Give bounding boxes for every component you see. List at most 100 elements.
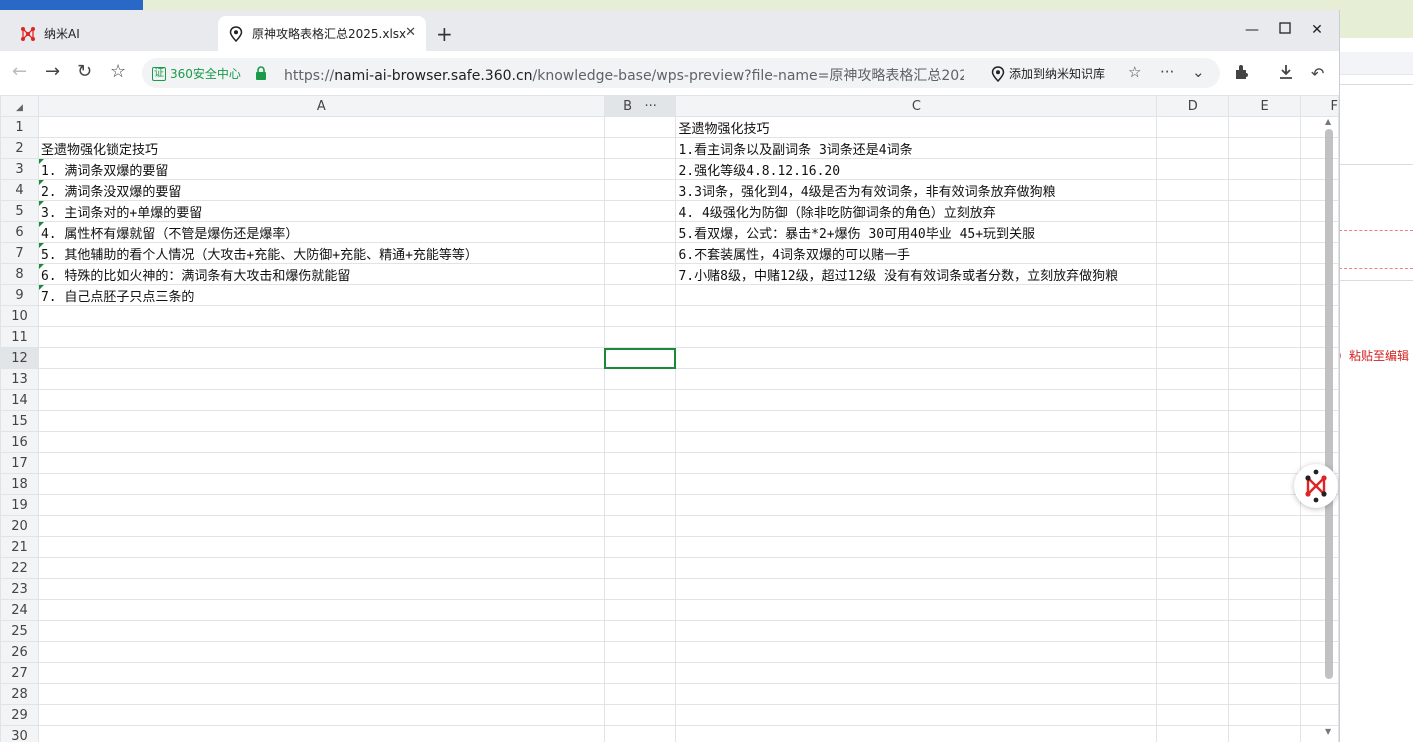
cell-e17[interactable] [1228,452,1302,474]
cell-e3[interactable] [1228,158,1302,180]
cell-b4[interactable] [603,179,677,201]
download-icon[interactable] [1278,64,1294,84]
cell-b3[interactable] [603,158,677,180]
row-header[interactable]: 10 [0,305,39,327]
cell-a24[interactable] [37,599,605,621]
row-header[interactable]: 2 [0,137,39,159]
cell-c8[interactable]: 7.小赌8级，中赌12级，超过12级 没有有效词条或者分数，立刻放弃做狗粮 [675,263,1158,285]
cell-d25[interactable] [1156,620,1230,642]
cell-d29[interactable] [1156,704,1230,726]
row-header[interactable]: 6 [0,221,39,243]
cell-a7[interactable]: 5. 其他辅助的看个人情况（大攻击+充能、大防御+充能、精通+充能等等） [37,242,605,264]
cell-a6[interactable]: 4. 属性杯有爆就留（不管是爆伤还是爆率） [37,221,605,243]
cell-c25[interactable] [675,620,1158,642]
column-header-e[interactable]: E [1228,95,1302,117]
new-tab-button[interactable]: + [436,22,453,46]
cell-d30[interactable] [1156,725,1230,742]
cell-e24[interactable] [1228,599,1302,621]
favorites-icon[interactable]: ☆ [110,61,126,82]
scroll-down-icon[interactable]: ▼ [1325,727,1331,736]
row-header[interactable]: 13 [0,368,39,390]
row-header[interactable]: 7 [0,242,39,264]
row-header[interactable]: 9 [0,284,39,306]
cell-a27[interactable] [37,662,605,684]
cell-b9[interactable] [603,284,677,306]
chevron-down-icon[interactable]: ⌄ [1192,63,1205,81]
cell-b14[interactable] [603,389,677,411]
row-header[interactable]: 29 [0,704,39,726]
cell-e9[interactable] [1228,284,1302,306]
cell-c14[interactable] [675,389,1158,411]
cell-c15[interactable] [675,410,1158,432]
cell-c21[interactable] [675,536,1158,558]
row-header[interactable]: 30 [0,725,39,742]
row-header[interactable]: 4 [0,179,39,201]
cell-c10[interactable] [675,305,1158,327]
cell-e28[interactable] [1228,683,1302,705]
cell-a21[interactable] [37,536,605,558]
row-header[interactable]: 18 [0,473,39,495]
cell-c9[interactable] [675,284,1158,306]
cell-a9[interactable]: 7. 自己点胚子只点三条的 [37,284,605,306]
cell-a25[interactable] [37,620,605,642]
cell-e7[interactable] [1228,242,1302,264]
cell-b27[interactable] [603,662,677,684]
row-header[interactable]: 11 [0,326,39,348]
cell-d16[interactable] [1156,431,1230,453]
cell-e6[interactable] [1228,221,1302,243]
cell-c12[interactable] [675,347,1158,369]
row-header[interactable]: 28 [0,683,39,705]
cell-a30[interactable] [37,725,605,742]
cell-e16[interactable] [1228,431,1302,453]
cell-a22[interactable] [37,557,605,579]
cell-c30[interactable] [675,725,1158,742]
cell-e13[interactable] [1228,368,1302,390]
url-text[interactable]: https://nami-ai-browser.safe.360.cn/know… [284,65,964,85]
cell-b7[interactable] [603,242,677,264]
cell-b25[interactable] [603,620,677,642]
forward-arrow-icon[interactable]: → [45,61,60,82]
cell-c29[interactable] [675,704,1158,726]
row-header[interactable]: 23 [0,578,39,600]
cell-b17[interactable] [603,452,677,474]
cell-d17[interactable] [1156,452,1230,474]
cell-e15[interactable] [1228,410,1302,432]
cell-a8[interactable]: 6. 特殊的比如火神的：满词条有大攻击和爆伤就能留 [37,263,605,285]
cell-d1[interactable] [1156,116,1230,138]
cell-d28[interactable] [1156,683,1230,705]
cell-d18[interactable] [1156,473,1230,495]
cell-e10[interactable] [1228,305,1302,327]
cell-b29[interactable] [603,704,677,726]
cell-a28[interactable] [37,683,605,705]
add-to-knowledge-base-button[interactable]: 添加到纳米知识库 [990,65,1105,82]
cell-b10[interactable] [603,305,677,327]
row-header[interactable]: 1 [0,116,39,138]
cell-a14[interactable] [37,389,605,411]
cell-c23[interactable] [675,578,1158,600]
cell-d11[interactable] [1156,326,1230,348]
cell-d15[interactable] [1156,410,1230,432]
cell-c24[interactable] [675,599,1158,621]
cell-a29[interactable] [37,704,605,726]
cell-e12[interactable] [1228,347,1302,369]
row-header[interactable]: 21 [0,536,39,558]
cell-d20[interactable] [1156,515,1230,537]
cell-c18[interactable] [675,473,1158,495]
cell-e25[interactable] [1228,620,1302,642]
minimize-icon[interactable]: — [1242,22,1262,38]
row-header[interactable]: 22 [0,557,39,579]
cell-c6[interactable]: 5.看双爆，公式：暴击*2+爆伤 30可用40毕业 45+玩到关服 [675,221,1158,243]
cell-a26[interactable] [37,641,605,663]
cell-e30[interactable] [1228,725,1302,742]
cell-b2[interactable] [603,137,677,159]
cell-a19[interactable] [37,494,605,516]
cell-a13[interactable] [37,368,605,390]
scrollbar-thumb[interactable] [1325,129,1333,679]
cell-b22[interactable] [603,557,677,579]
cell-e1[interactable] [1228,116,1302,138]
cell-e26[interactable] [1228,641,1302,663]
cell-b8[interactable] [603,263,677,285]
cell-d23[interactable] [1156,578,1230,600]
cell-b5[interactable] [603,200,677,222]
tab-nami-ai[interactable]: 纳米AI [0,16,216,51]
